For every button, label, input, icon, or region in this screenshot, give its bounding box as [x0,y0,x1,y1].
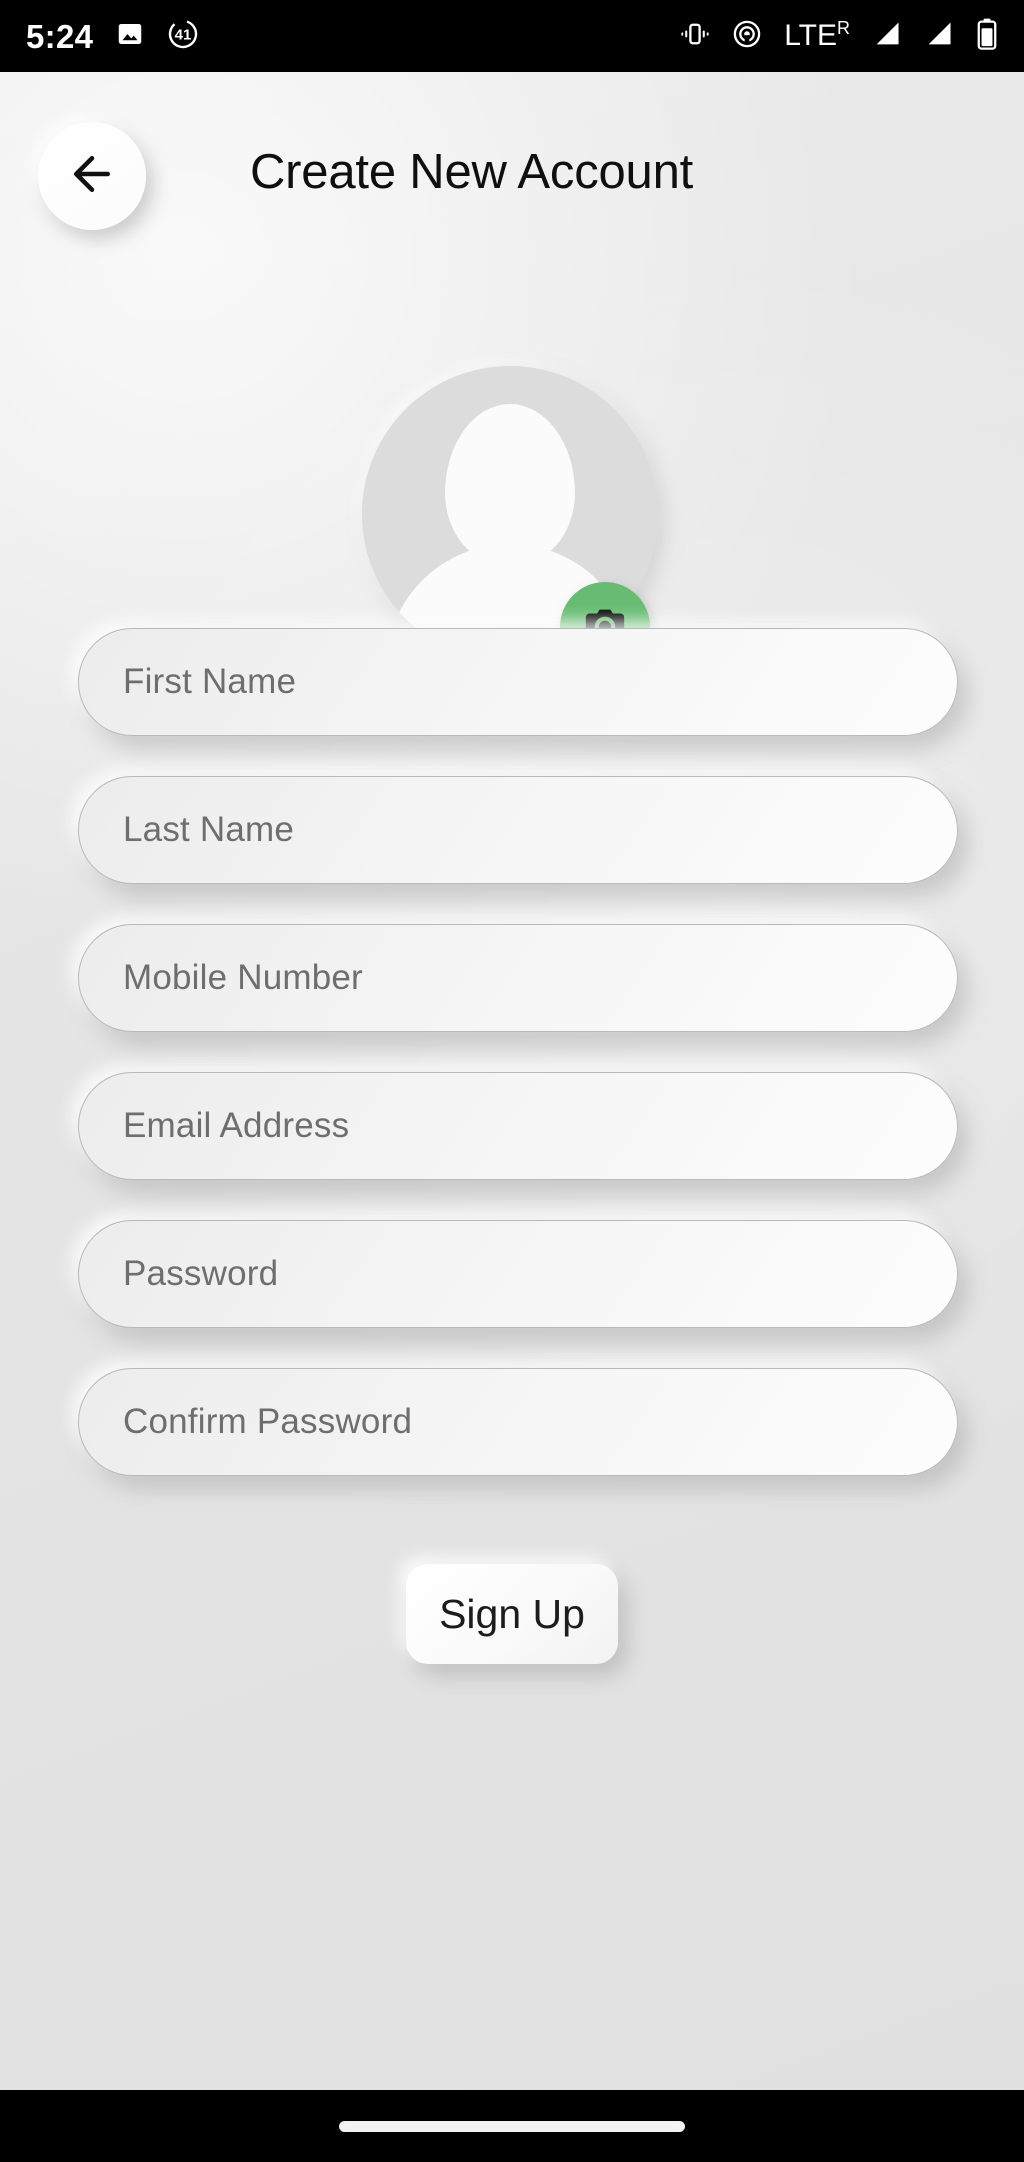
email-address-input[interactable] [79,1073,957,1179]
page-title: Create New Account [250,145,694,199]
signal-icon-2 [924,20,954,53]
phone-screen: 5:24 41 LTE R Create New Account First N… [0,0,1024,2162]
last-name-field[interactable]: Last Name [78,776,958,884]
sign-up-button[interactable]: Sign Up [406,1564,618,1664]
image-icon [115,19,145,54]
signup-action-row: Sign Up [0,1564,1024,1664]
signup-form: First Name Last Name Mobile Number Email… [0,628,1024,1516]
mobile-number-input[interactable] [79,925,957,1031]
app-header: Create New Account [0,72,1024,230]
hotspot-icon [732,19,762,54]
vibrate-icon [680,19,710,54]
email-address-field[interactable]: Email Address [78,1072,958,1180]
avatar-uploader[interactable] [362,290,662,672]
confirm-password-field[interactable]: Confirm Password [78,1368,958,1476]
signal-icon-1 [872,20,902,53]
home-gesture-pill[interactable] [339,2120,685,2132]
battery-icon [976,18,998,55]
status-bar-right: LTE R [680,18,998,55]
first-name-field[interactable]: First Name [78,628,958,736]
back-button[interactable] [38,122,146,230]
mobile-number-field[interactable]: Mobile Number [78,924,958,1032]
status-bar: 5:24 41 LTE R [0,0,1024,72]
lte-label: LTE [784,19,837,52]
timer-badge-icon: 41 [167,18,199,55]
password-input[interactable] [79,1221,957,1327]
last-name-input[interactable] [79,777,957,883]
system-navigation-bar [0,2090,1024,2162]
status-bar-clock: 5:24 [26,17,94,55]
person-silhouette-icon [445,404,575,566]
password-field[interactable]: Password [78,1220,958,1328]
status-bar-left: 5:24 41 [26,18,199,55]
svg-text:41: 41 [175,26,192,43]
app-content: Create New Account First Name First Name… [0,72,1024,2090]
confirm-password-input[interactable] [79,1369,957,1475]
roaming-label: R [837,18,850,38]
first-name-input[interactable] [79,629,957,735]
arrow-left-icon [65,147,119,206]
lte-icon: LTE R [784,18,850,52]
